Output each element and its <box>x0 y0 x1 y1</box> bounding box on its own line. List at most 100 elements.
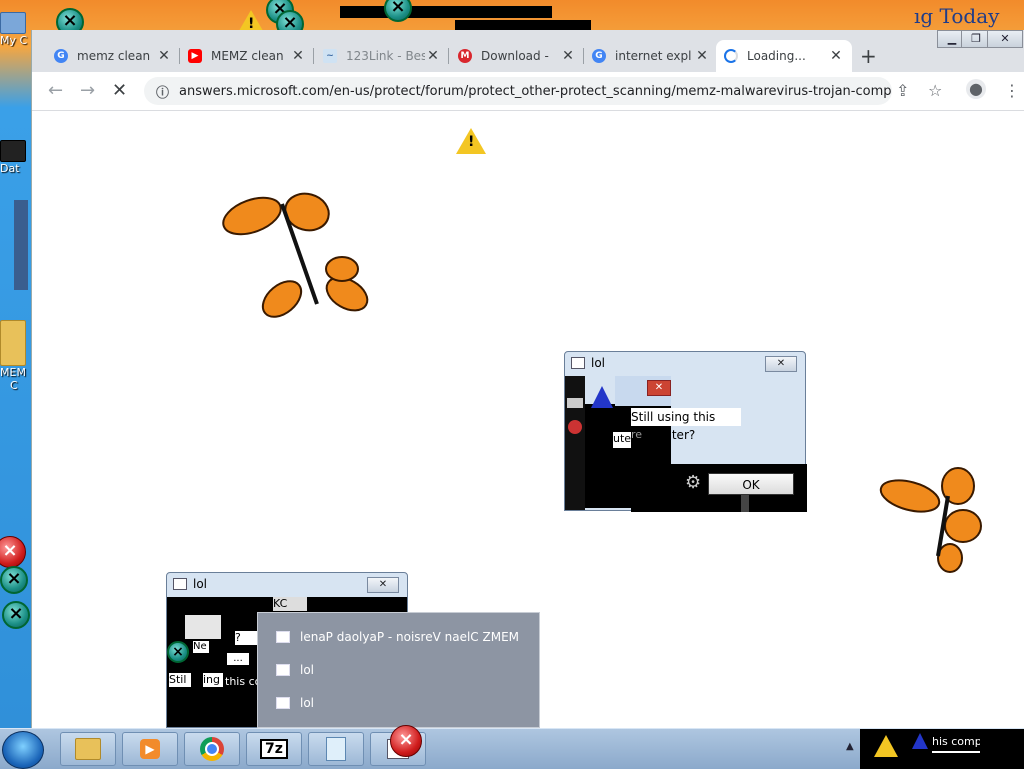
error-x-icon: × <box>0 536 26 568</box>
system-tray: his comp <box>860 729 1024 769</box>
glitch-block <box>741 495 749 512</box>
glitch-text: KC <box>273 597 307 611</box>
taskbar: ▶ 7z × ▲ his comp <box>0 725 1024 769</box>
tab-loading[interactable]: Loading... ✕ <box>716 40 852 72</box>
gear-icon: ⚙ <box>685 472 702 493</box>
tab-memz-clean-google[interactable]: G memz clean ✕ <box>46 40 180 72</box>
close-tab-icon[interactable]: ✕ <box>560 48 576 64</box>
taskbar-7zip-button[interactable]: 7z <box>246 732 302 766</box>
folder-icon <box>0 140 26 162</box>
glitch-text: ... <box>227 653 249 665</box>
error-x-icon: × <box>2 601 30 629</box>
close-tab-icon[interactable]: ✕ <box>425 48 441 64</box>
jump-list-item-label: lenaP daolyaP - noisreV naelC ZMEM <box>300 630 520 644</box>
desktop-icon-my-computer[interactable]: My C <box>0 12 30 47</box>
dialog-close-button[interactable]: ✕ <box>765 356 797 372</box>
url-text: answers.microsoft.com/en-us/protect/foru… <box>179 83 892 99</box>
desktop-icon-memz[interactable]: MEM C <box>0 320 30 392</box>
error-x-icon: × <box>167 641 189 663</box>
glitch-text: re <box>631 428 643 441</box>
error-x-icon: × <box>0 566 28 594</box>
window-icon <box>276 631 290 643</box>
jump-list-item[interactable]: lenaP daolyaP - noisreV naelC ZMEM <box>276 625 519 649</box>
browser-toolbar: ← → ✕ ⓘ answers.microsoft.com/en-us/prot… <box>32 72 1024 111</box>
close-tab-icon[interactable]: ✕ <box>828 48 844 64</box>
dialog-message: Still using this computer? <box>631 408 741 442</box>
lock-icon[interactable]: ⓘ <box>156 82 169 101</box>
glitch-block <box>567 398 583 408</box>
warning-icon <box>912 733 928 749</box>
tab-download[interactable]: M Download - ✕ <box>450 40 584 72</box>
glitch-text: ing <box>203 673 223 687</box>
taskbar-jump-list: lenaP daolyaP - noisreV naelC ZMEM lol l… <box>257 612 540 728</box>
warning-icon <box>591 386 613 408</box>
desktop-icon-data[interactable]: Dat <box>0 140 30 175</box>
profile-icon[interactable]: ● <box>966 79 986 99</box>
glitch-close-icon: ✕ <box>647 380 671 396</box>
tab-internet-explorer[interactable]: G internet expl ✕ <box>584 40 718 72</box>
jump-list-item[interactable]: lol <box>276 658 314 682</box>
stop-loading-icon[interactable]: ✕ <box>112 80 127 101</box>
butterfly-icon <box>222 192 369 318</box>
tab-123link[interactable]: ~ 123Link - Bes ✕ <box>315 40 449 72</box>
menu-icon[interactable]: ⋮ <box>1004 81 1020 100</box>
tab-label: memz clean <box>77 49 151 63</box>
forward-icon[interactable]: → <box>80 80 95 101</box>
lol-dialog: lol ✕ ✕ Still using this computer? ute r… <box>564 351 807 512</box>
window-icon <box>276 697 290 709</box>
google-icon: G <box>592 49 606 63</box>
glitch-text: Ne <box>193 641 209 653</box>
tab-memz-clean-youtube[interactable]: ▶ MEMZ clean ✕ <box>180 40 314 72</box>
new-tab-button[interactable]: + <box>860 44 877 68</box>
jump-list-item-label: lol <box>300 696 315 710</box>
tab-separator <box>313 48 314 64</box>
taskbar-chrome-button[interactable] <box>184 732 240 766</box>
taskbar-explorer-button[interactable] <box>60 732 116 766</box>
tab-separator <box>448 48 449 64</box>
bookmark-star-icon[interactable]: ☆ <box>928 81 942 100</box>
ok-button[interactable]: OK <box>708 473 794 495</box>
youtube-icon: ▶ <box>188 49 202 63</box>
tab-label: MEMZ clean <box>211 49 284 63</box>
share-icon[interactable]: ⇪ <box>896 81 909 100</box>
close-tab-icon[interactable]: ✕ <box>694 48 710 64</box>
start-button[interactable] <box>2 731 44 769</box>
glitch-text: ute <box>613 432 631 448</box>
tab-label: 123Link - Bes <box>346 49 425 63</box>
notepad-icon <box>326 737 346 761</box>
show-hidden-icons-button[interactable]: ▲ <box>846 741 854 752</box>
tab-label: Loading... <box>747 49 806 63</box>
glitch-block <box>185 615 221 639</box>
error-x-icon: × <box>384 0 412 22</box>
dialog-title: lol <box>591 356 606 370</box>
window-icon <box>276 664 290 676</box>
taskbar-notepad-button[interactable] <box>308 732 364 766</box>
chrome-icon <box>200 737 224 761</box>
glitch-bar <box>340 6 552 18</box>
error-x-icon <box>568 420 582 434</box>
close-tab-icon[interactable]: ✕ <box>156 48 172 64</box>
computer-icon <box>0 12 26 34</box>
google-icon: G <box>54 49 68 63</box>
glitch-block <box>565 376 585 510</box>
7zip-icon: 7z <box>260 739 288 759</box>
desktop-icon-label: My C <box>0 34 28 47</box>
warning-icon: ! <box>456 128 486 154</box>
close-window-button[interactable]: ✕ <box>987 30 1023 48</box>
media-player-icon: ▶ <box>140 739 160 759</box>
dialog-title: lol <box>193 577 208 591</box>
glitch-text: Stil <box>169 673 191 687</box>
jump-list-item[interactable]: lol <box>276 691 314 715</box>
jump-list-item-label: lol <box>300 663 315 677</box>
dialog-close-button[interactable]: ✕ <box>367 577 399 593</box>
address-bar[interactable]: ⓘ answers.microsoft.com/en-us/protect/fo… <box>144 77 892 105</box>
spinner-icon <box>724 49 738 63</box>
window-icon <box>571 357 585 369</box>
folder-icon <box>0 320 26 366</box>
butterfly-icon <box>879 467 982 573</box>
desktop-shortcut-strip <box>14 200 28 290</box>
desktop-icon-label: C <box>10 379 18 392</box>
close-tab-icon[interactable]: ✕ <box>290 48 306 64</box>
back-icon[interactable]: ← <box>48 80 63 101</box>
taskbar-media-player-button[interactable]: ▶ <box>122 732 178 766</box>
